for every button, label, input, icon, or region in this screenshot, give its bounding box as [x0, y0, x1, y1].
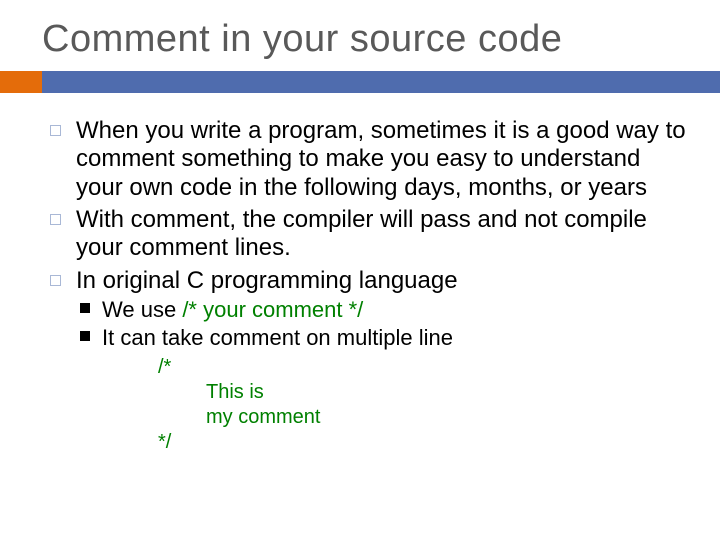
code-line: my comment	[158, 405, 690, 430]
accent-bar	[0, 71, 720, 93]
code-line: */	[158, 430, 690, 455]
bullet-item: When you write a program, sometimes it i…	[46, 117, 690, 202]
code-line: /*	[158, 355, 690, 380]
sub-bullet-list: We use /* your comment */ It can take co…	[76, 297, 690, 455]
bullet-text: In original C programming language	[76, 267, 458, 294]
slide-title: Comment in your source code	[0, 0, 720, 71]
bullet-text: With comment, the compiler will pass and…	[76, 206, 647, 261]
bullet-item: In original C programming language We us…	[46, 267, 690, 455]
sub-bullet-text: We use	[102, 297, 182, 322]
slide: Comment in your source code When you wri…	[0, 0, 720, 540]
sub-bullet-item: We use /* your comment */	[76, 297, 690, 323]
accent-bar-blue	[42, 71, 720, 93]
content-area: When you write a program, sometimes it i…	[0, 93, 720, 455]
sub-bullet-text: It can take comment on multiple line	[102, 325, 453, 350]
bullet-list: When you write a program, sometimes it i…	[46, 117, 690, 455]
code-inline: /* your comment */	[182, 297, 363, 322]
code-line: This is	[158, 380, 690, 405]
bullet-text: When you write a program, sometimes it i…	[76, 117, 686, 201]
accent-bar-orange	[0, 71, 42, 93]
bullet-item: With comment, the compiler will pass and…	[46, 206, 690, 263]
code-block: /* This is my comment */	[102, 355, 690, 455]
sub-bullet-item: It can take comment on multiple line /* …	[76, 325, 690, 455]
